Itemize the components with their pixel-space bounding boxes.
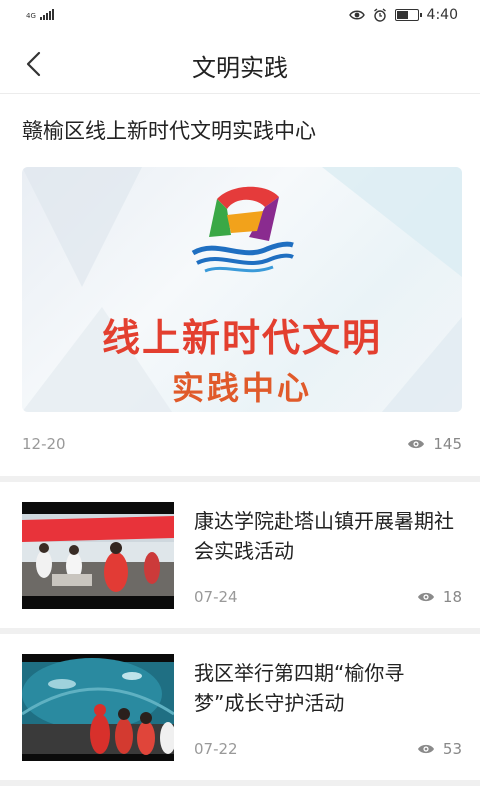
list-item[interactable]: 我区举行第四期“榆你寻梦”成长守护活动 07-22 53 <box>0 634 480 780</box>
news-date: 07-24 <box>194 588 238 606</box>
status-bar: 4G 4:40 <box>0 0 480 34</box>
battery-icon <box>394 9 422 21</box>
news-title: 康达学院赴塔山镇开展暑期社会实践活动 <box>194 509 454 563</box>
page-title: 文明实践 <box>192 54 288 82</box>
featured-views: 145 <box>407 435 462 453</box>
network-type: 4G <box>26 13 36 20</box>
civilization-logo <box>191 186 294 273</box>
view-count: 145 <box>433 435 462 453</box>
signal-icon <box>39 8 54 20</box>
view-count: 18 <box>442 588 462 606</box>
featured-banner-image: 线上新时代文明 实践中心 <box>22 167 462 412</box>
featured-article[interactable]: 赣榆区线上新时代文明实践中心 线上新时代文明 实践中心 12-20 145 <box>0 95 480 475</box>
news-thumbnail <box>22 654 174 761</box>
alarm-icon <box>373 8 386 22</box>
clock: 4:40 <box>426 7 458 23</box>
news-views: 18 <box>417 588 462 606</box>
views-eye-icon <box>417 592 434 602</box>
app-header: 文明实践 <box>0 34 480 94</box>
battery-level <box>396 11 408 19</box>
eye-comfort-icon <box>348 10 365 20</box>
news-thumbnail <box>22 502 174 609</box>
featured-title: 赣榆区线上新时代文明实践中心 <box>22 119 316 143</box>
views-eye-icon <box>408 439 425 449</box>
featured-date: 12-20 <box>22 435 66 453</box>
status-icons: 4:40 <box>348 7 458 23</box>
news-photo <box>22 502 174 609</box>
news-views: 53 <box>417 740 462 758</box>
news-photo <box>22 654 174 761</box>
signal-area: 4G <box>26 8 54 20</box>
banner-text-line2: 实践中心 <box>171 369 312 407</box>
section-divider <box>0 780 480 786</box>
network-label: 4G <box>26 12 36 20</box>
news-date: 07-22 <box>194 740 238 758</box>
banner-text-line1: 线上新时代文明 <box>101 316 382 360</box>
views-eye-icon <box>417 744 434 754</box>
view-count: 53 <box>442 740 462 758</box>
news-title: 我区举行第四期“榆你寻梦”成长守护活动 <box>194 661 405 715</box>
list-item[interactable]: 康达学院赴塔山镇开展暑期社会实践活动 07-24 18 <box>0 482 480 628</box>
